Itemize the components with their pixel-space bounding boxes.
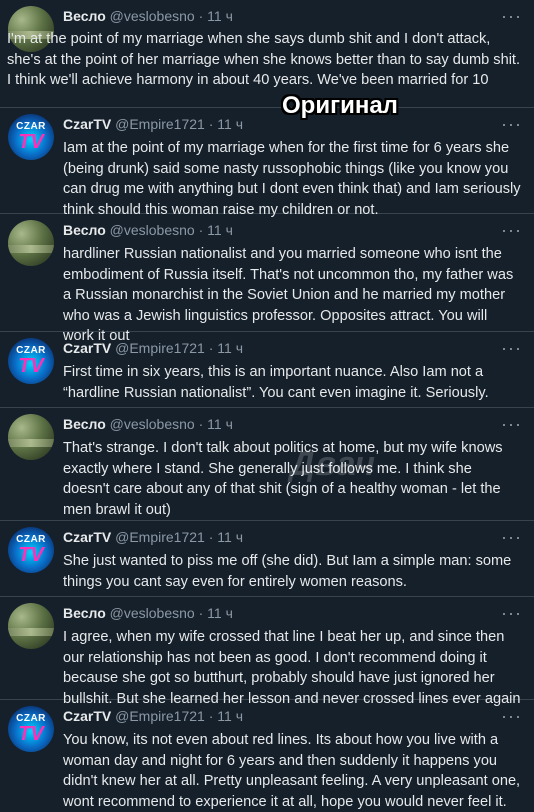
tweet-header: CzarTV @Empire1721 · 11 ч (63, 340, 243, 356)
tweet-time[interactable]: 11 ч (207, 222, 233, 238)
tweet-text: First time in six years, this is an impo… (63, 364, 489, 401)
more-dots-icon[interactable]: ··· (501, 6, 522, 27)
tweet-6[interactable]: CZAR TV CzarTV @Empire1721 · 11 ч ··· Sh… (0, 521, 534, 597)
tweet-time[interactable]: 11 ч (217, 529, 243, 545)
tweet-time[interactable]: 11 ч (207, 605, 233, 621)
more-dots-icon[interactable]: ··· (501, 220, 522, 241)
author-handle[interactable]: @Empire1721 (115, 529, 205, 545)
tweet-time[interactable]: 11 ч (217, 116, 243, 132)
tweet-1[interactable]: Весло @veslobesno · 11 ч ··· I'm at the … (0, 0, 534, 108)
avatar-czartv[interactable]: CZAR TV (8, 527, 54, 573)
author-name[interactable]: Весло (63, 416, 106, 432)
more-dots-icon[interactable]: ··· (501, 527, 522, 548)
author-handle[interactable]: @Empire1721 (115, 116, 205, 132)
tweet-8[interactable]: CZAR TV CzarTV @Empire1721 · 11 ч ··· Yo… (0, 700, 534, 810)
tweet-4[interactable]: CZAR TV CzarTV @Empire1721 · 11 ч ··· Fi… (0, 332, 534, 408)
tweet-3[interactable]: Весло @veslobesno · 11 ч ··· hardliner R… (0, 214, 534, 344)
tweet-header: Весло @veslobesno · 11 ч (63, 8, 233, 24)
avatar-czartv[interactable]: CZAR TV (8, 706, 54, 752)
author-handle[interactable]: @veslobesno (110, 8, 195, 24)
author-name[interactable]: CzarTV (63, 529, 111, 545)
tweet-7[interactable]: Весло @veslobesno · 11 ч ··· I agree, wh… (0, 597, 534, 707)
tweet-text: She just wanted to piss me off (she did)… (63, 553, 512, 590)
author-handle[interactable]: @veslobesno (110, 605, 195, 621)
author-name[interactable]: CzarTV (63, 340, 111, 356)
tweet-header: CzarTV @Empire1721 · 11 ч (63, 708, 243, 724)
avatar-logo-text: TV (18, 131, 44, 153)
avatar-veslo[interactable] (8, 603, 54, 649)
tweet-text: I'm at the point of my marriage when she… (7, 31, 521, 88)
tweet-time[interactable]: 11 ч (217, 340, 243, 356)
avatar-logo-text: TV (18, 723, 44, 745)
tweet-text: Iam at the point of my marriage when for… (63, 140, 521, 218)
author-name[interactable]: Весло (63, 8, 106, 24)
author-handle[interactable]: @Empire1721 (115, 340, 205, 356)
more-dots-icon[interactable]: ··· (501, 414, 522, 435)
tweet-header: Весло @veslobesno · 11 ч (63, 416, 233, 432)
avatar-logo-text: TV (18, 355, 44, 377)
tweet-time[interactable]: 11 ч (217, 708, 243, 724)
tweet-header: Весло @veslobesno · 11 ч (63, 605, 233, 621)
author-handle[interactable]: @Empire1721 (115, 708, 205, 724)
author-name[interactable]: Весло (63, 605, 106, 621)
avatar-czartv[interactable]: CZAR TV (8, 338, 54, 384)
tweet-header: Весло @veslobesno · 11 ч (63, 222, 233, 238)
more-dots-icon[interactable]: ··· (501, 338, 522, 359)
more-dots-icon[interactable]: ··· (501, 603, 522, 624)
avatar-logo-text: TV (18, 544, 44, 566)
tweet-header: CzarTV @Empire1721 · 11 ч (63, 116, 243, 132)
tweet-2[interactable]: CZAR TV CzarTV @Empire1721 · 11 ч ··· Ia… (0, 108, 534, 218)
tweet-time[interactable]: 11 ч (207, 416, 233, 432)
tweet-time[interactable]: 11 ч (207, 8, 233, 24)
avatar-veslo[interactable] (8, 414, 54, 460)
avatar-veslo[interactable] (8, 220, 54, 266)
author-handle[interactable]: @veslobesno (110, 222, 195, 238)
tweet-text: I agree, when my wife crossed that line … (63, 629, 521, 707)
more-dots-icon[interactable]: ··· (501, 114, 522, 135)
author-name[interactable]: CzarTV (63, 708, 111, 724)
avatar-czartv[interactable]: CZAR TV (8, 114, 54, 160)
author-handle[interactable]: @veslobesno (110, 416, 195, 432)
author-name[interactable]: Весло (63, 222, 106, 238)
more-dots-icon[interactable]: ··· (501, 706, 522, 727)
watermark-logo: Двач (290, 445, 377, 483)
author-name[interactable]: CzarTV (63, 116, 111, 132)
tweet-5[interactable]: Весло @veslobesno · 11 ч ··· That's stra… (0, 408, 534, 521)
tweet-header: CzarTV @Empire1721 · 11 ч (63, 529, 243, 545)
